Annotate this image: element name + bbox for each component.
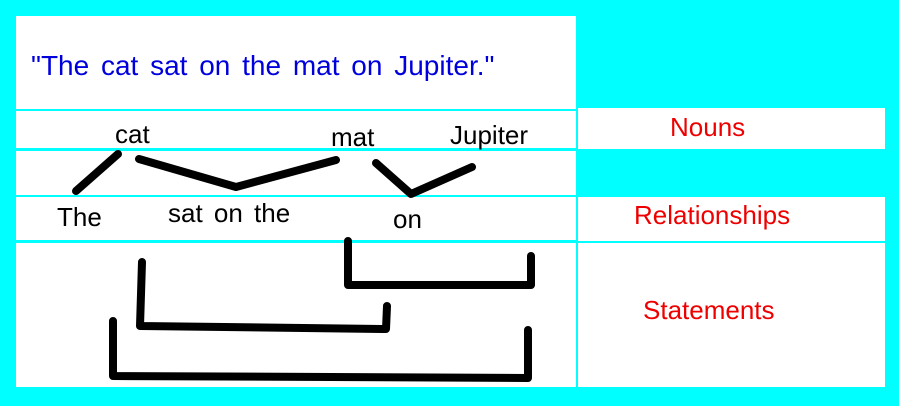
link-mat-on-jupiter — [372, 159, 476, 198]
bracket-on-jupiter — [344, 237, 535, 289]
link-cat-the — [72, 150, 122, 195]
link-lines — [72, 150, 535, 382]
link-cat-sat-mat — [135, 155, 340, 191]
